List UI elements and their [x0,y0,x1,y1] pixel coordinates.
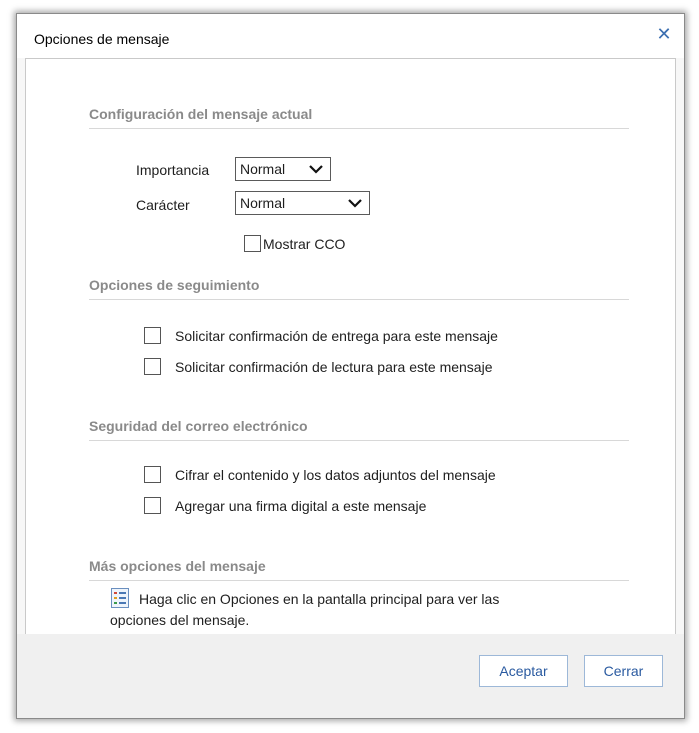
section-more-heading: Más opciones del mensaje [89,558,266,574]
chevron-down-icon [309,165,323,174]
section-security-heading: Seguridad del correo electrónico [89,418,308,434]
delivery-receipt-checkbox[interactable] [144,327,161,344]
digital-signature-checkbox[interactable] [144,497,161,514]
dialog-title: Opciones de mensaje [34,31,170,47]
section-current-heading: Configuración del mensaje actual [89,106,313,122]
close-icon[interactable]: ✕ [654,24,674,44]
importance-select[interactable]: Normal [235,157,331,181]
section-divider [89,128,629,129]
delivery-receipt-label: Solicitar confirmación de entrega para e… [175,328,498,344]
more-options-info-line2: opciones del mensaje. [110,612,250,628]
importance-label: Importancia [136,162,210,178]
options-list-icon [111,588,129,608]
section-divider [89,299,629,300]
read-receipt-label: Solicitar confirmación de lectura para e… [175,359,493,375]
chevron-down-icon [348,199,362,208]
sensitivity-value: Normal [240,195,286,211]
importance-value: Normal [240,161,286,177]
encrypt-checkbox[interactable] [144,466,161,483]
message-options-dialog: Opciones de mensaje ✕ Configuración del … [16,13,685,719]
sensitivity-select[interactable]: Normal [235,191,370,215]
show-bcc-label: Mostrar CCO [263,236,346,252]
encrypt-label: Cifrar el contenido y los datos adjuntos… [175,467,496,483]
close-button[interactable]: Cerrar [584,655,663,687]
dialog-footer: Aceptar Cerrar [17,634,684,718]
read-receipt-checkbox[interactable] [144,358,161,375]
sensitivity-label: Carácter [136,197,190,213]
dialog-content: Configuración del mensaje actual Importa… [25,58,676,636]
section-tracking-heading: Opciones de seguimiento [89,277,260,293]
more-options-info-line1: Haga clic en Opciones en la pantalla pri… [139,591,500,607]
digital-signature-label: Agregar una firma digital a este mensaje [175,498,427,514]
show-bcc-checkbox[interactable] [244,235,261,252]
section-divider [89,580,629,581]
section-divider [89,440,629,441]
dialog-titlebar: Opciones de mensaje ✕ [17,14,684,58]
accept-button[interactable]: Aceptar [479,655,568,687]
